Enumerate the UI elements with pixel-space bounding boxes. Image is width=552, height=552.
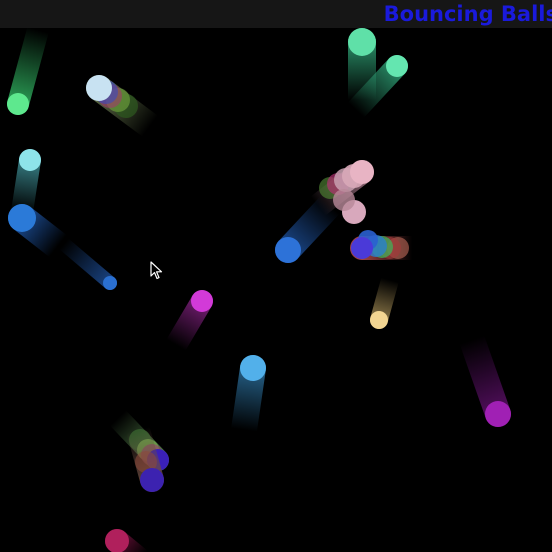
header-bar: Bouncing Balls: [0, 0, 552, 28]
ball-green-left: [7, 93, 29, 115]
ball-indigo-bottom-2: [140, 468, 164, 492]
arrow-cursor-icon: [150, 261, 163, 280]
ball-mint-top-1: [348, 28, 376, 56]
ball-mint-top-2: [386, 55, 408, 77]
ball-pink-right: [350, 160, 374, 184]
balls-layer: [7, 28, 511, 552]
ball-cream: [370, 311, 388, 329]
ball-trail: [7, 28, 49, 115]
ball-indigo-right: [351, 237, 373, 259]
app-title: Bouncing Balls: [383, 2, 552, 26]
ball-blue-left: [8, 204, 36, 232]
ball-blue-center: [275, 237, 301, 263]
ball-lightblue-top-left: [86, 75, 112, 101]
ball-cyan-left: [19, 149, 41, 171]
ball-purple-right: [485, 401, 511, 427]
ball-blue-small: [103, 276, 117, 290]
ball-magenta: [191, 290, 213, 312]
ball-crimson-bottom: [105, 529, 129, 552]
game-canvas[interactable]: [0, 28, 552, 552]
ball-skyblue: [240, 355, 266, 381]
ball-trail: [57, 237, 117, 290]
